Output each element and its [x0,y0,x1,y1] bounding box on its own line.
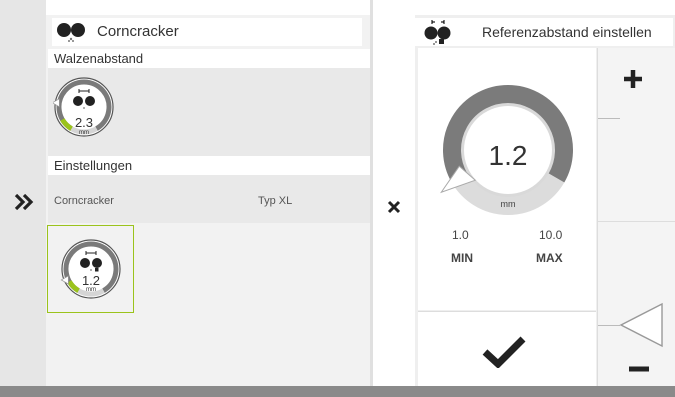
reference-gauge: 1.2 mm [60,238,122,300]
min-value: 1.0 [452,228,469,242]
walzenabstand-card[interactable]: 2.3 mm [48,68,370,156]
setting-value: Typ XL [258,195,293,207]
gauge-value: 1.2 [81,273,101,288]
section-label: Einstellungen [54,158,133,173]
divider [370,0,373,397]
corncracker-header: Corncracker [52,18,362,46]
increase-button[interactable] [597,48,675,222]
corncracker-rollers-icon [56,21,92,43]
gauge-unit: mm [79,130,89,136]
reference-title: Referenzabstand einstellen [482,24,652,40]
checkmark-icon [482,336,526,373]
gauge-unit: mm [86,287,96,293]
setting-row[interactable]: Corncracker Typ XL [48,175,370,223]
decrease-button[interactable] [597,222,675,386]
min-label: MIN [451,251,473,265]
section-walzenabstand: Walzenabstand [48,49,370,68]
dial-unit: mm [500,199,516,209]
tick-mark [598,118,620,119]
confirm-button[interactable] [418,311,596,386]
dial-area: 1.2 mm 1.0 10.0 MIN MAX [418,48,596,310]
section-einstellungen: Einstellungen [48,156,370,175]
bottom-strip [0,386,675,397]
reference-gauge-tile[interactable]: 1.2 mm [47,225,134,313]
minus-icon [628,360,650,378]
tick-mark [598,325,620,326]
panel-title: Corncracker [97,23,179,40]
walzenabstand-gauge: 2.3 mm [51,76,115,138]
section-label: Walzenabstand [54,51,144,66]
close-x-icon[interactable] [384,197,404,217]
plus-icon [622,68,644,95]
max-value: 10.0 [539,228,563,242]
reference-distance-icon [423,20,453,45]
gauge-value: 2.3 [74,115,94,130]
setting-name: Corncracker [54,195,114,207]
slider-triangle-icon [618,302,664,353]
dial-value: 1.2 [488,140,528,171]
max-label: MAX [536,251,563,265]
expand-chevron-icon[interactable] [10,188,38,216]
